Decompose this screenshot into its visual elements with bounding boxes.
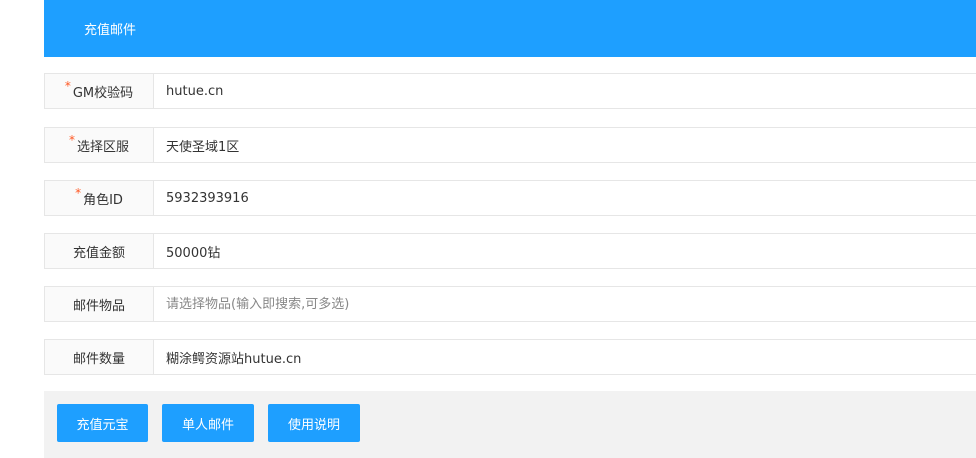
server-select[interactable] bbox=[154, 128, 976, 162]
form-row-server: * 选择区服 bbox=[44, 127, 976, 163]
form-row-gm-code: * GM校验码 bbox=[44, 73, 976, 109]
form-row-mail-quantity: 邮件数量 bbox=[44, 339, 976, 375]
mail-items-label-text: 邮件物品 bbox=[72, 298, 125, 314]
server-label-text: 选择区服 bbox=[76, 139, 129, 155]
role-id-input[interactable] bbox=[154, 181, 976, 215]
instructions-button[interactable]: 使用说明 bbox=[268, 404, 360, 442]
gm-code-label-text: GM校验码 bbox=[72, 85, 134, 101]
form-row-role-id: * 角色ID bbox=[44, 180, 976, 216]
mail-quantity-label: 邮件数量 bbox=[45, 340, 154, 374]
form-row-recharge-amount: 充值金额 bbox=[44, 233, 976, 269]
form-row-mail-items: 邮件物品 bbox=[44, 286, 976, 322]
server-label: * 选择区服 bbox=[45, 128, 154, 162]
role-id-label: * 角色ID bbox=[45, 181, 154, 215]
recharge-amount-select[interactable] bbox=[154, 234, 976, 268]
recharge-amount-label-text: 充值金额 bbox=[72, 245, 125, 261]
mail-quantity-input[interactable] bbox=[154, 340, 976, 374]
required-mark: * bbox=[68, 133, 75, 147]
required-mark: * bbox=[64, 79, 71, 93]
recharge-ingot-button[interactable]: 充值元宝 bbox=[57, 404, 148, 442]
gm-code-input[interactable] bbox=[154, 74, 976, 108]
panel-title: 充值邮件 bbox=[84, 23, 137, 38]
recharge-amount-label: 充值金额 bbox=[45, 234, 154, 268]
single-mail-button[interactable]: 单人邮件 bbox=[162, 404, 254, 442]
mail-items-input[interactable] bbox=[154, 287, 976, 321]
panel-header: 充值邮件 bbox=[44, 0, 976, 57]
role-id-label-text: 角色ID bbox=[83, 192, 123, 208]
button-bar: 充值元宝 单人邮件 使用说明 bbox=[44, 391, 976, 458]
mail-items-label: 邮件物品 bbox=[45, 287, 154, 321]
mail-quantity-label-text: 邮件数量 bbox=[72, 351, 125, 367]
gm-code-label: * GM校验码 bbox=[45, 74, 154, 108]
required-mark: * bbox=[75, 186, 82, 200]
